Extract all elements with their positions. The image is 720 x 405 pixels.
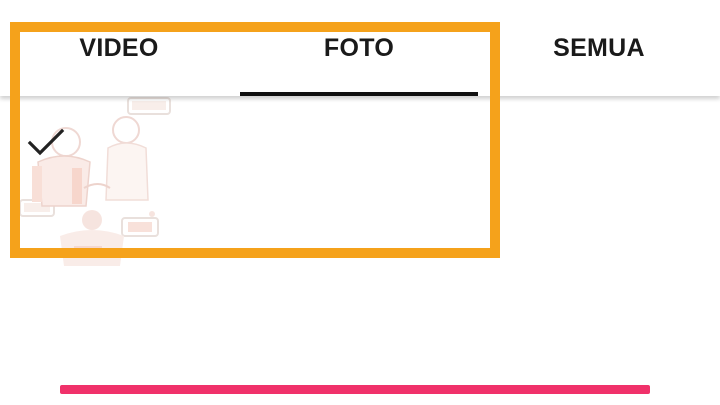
- check-icon: [26, 122, 66, 162]
- screen: VIDEO FOTO SEMUA: [0, 0, 720, 405]
- tab-semua-label: SEMUA: [553, 34, 645, 62]
- tab-foto-label: FOTO: [323, 34, 395, 62]
- tab-video-label: VIDEO: [79, 34, 159, 62]
- tab-semua[interactable]: SEMUA: [480, 0, 718, 96]
- selected-tab-indicator: [240, 92, 478, 96]
- tab-bar: VIDEO FOTO SEMUA: [0, 0, 720, 96]
- progress-bar: [60, 385, 650, 394]
- tab-foto[interactable]: FOTO: [240, 0, 478, 96]
- tab-video[interactable]: VIDEO: [0, 0, 238, 96]
